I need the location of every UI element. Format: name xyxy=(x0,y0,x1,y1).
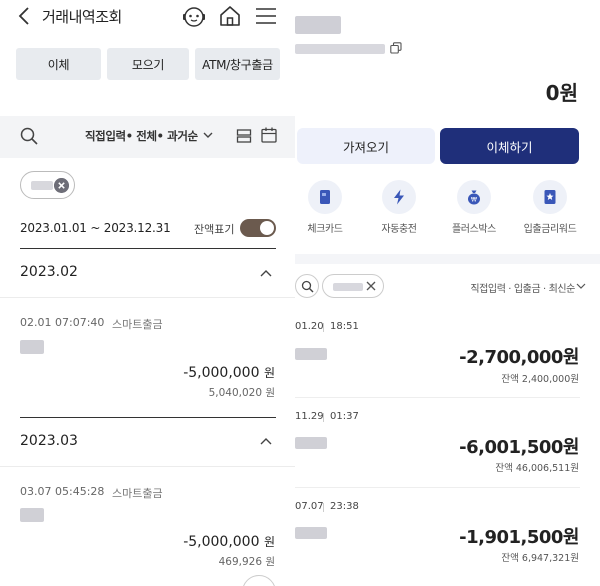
calendar-icon[interactable] xyxy=(260,126,278,144)
balance-toggle-label: 잔액표기 xyxy=(194,223,235,236)
scroll-top-button[interactable] xyxy=(242,575,276,586)
close-icon[interactable] xyxy=(365,280,377,292)
quick-action-plus-box[interactable]: ₩ 플러스박스 xyxy=(444,180,504,236)
amount-value: -5,000,000 xyxy=(183,365,260,381)
reward-icon xyxy=(544,190,556,204)
filter-summary[interactable]: 직접입력 · 입출금 · 최신순 xyxy=(470,280,575,295)
filter-chip[interactable] xyxy=(322,274,384,298)
quick-action-bg xyxy=(382,180,416,214)
card-icon xyxy=(320,190,330,204)
row-divider xyxy=(295,487,580,488)
transaction-balance: 469,926 원 xyxy=(218,556,275,568)
transaction-amount[interactable]: -2,700,000원 xyxy=(459,343,579,369)
menu-icon[interactable] xyxy=(255,6,277,26)
transaction-amount[interactable]: -5,000,000 원 xyxy=(183,533,275,550)
transfer-button[interactable]: 이체 xyxy=(16,48,101,80)
blurred-chip-text xyxy=(333,283,363,291)
transaction-balance: 5,040,020 원 xyxy=(208,387,275,399)
time-separator xyxy=(323,413,324,422)
balance-toggle[interactable] xyxy=(240,219,276,237)
chevron-up-icon[interactable] xyxy=(259,436,273,446)
section-divider xyxy=(20,417,276,418)
transaction-balance: 잔액 2,400,000원 xyxy=(501,374,579,385)
blurred-counterparty xyxy=(295,348,327,360)
quick-action-bg xyxy=(308,180,342,214)
quick-action-label: 입출금리워드 xyxy=(523,224,577,235)
page-title: 거래내역조회 xyxy=(42,8,122,26)
money-bag-icon: ₩ xyxy=(468,190,480,205)
time-separator xyxy=(323,503,324,512)
right-panel: 0원 가져오기 이체하기 체크카드 자동충전 ₩ 플러스박스 입출금리워드 직접… xyxy=(295,0,600,586)
quick-action-label: 자동충전 xyxy=(381,224,417,235)
section-divider xyxy=(20,248,276,249)
quick-action-label: 플러스박스 xyxy=(451,224,496,235)
transaction-balance: 잔액 6,947,321원 xyxy=(501,553,579,564)
transaction-time: 18:51 xyxy=(330,321,359,332)
home-icon[interactable] xyxy=(218,4,242,28)
blurred-account-name xyxy=(295,16,341,34)
transaction-date: 07.07 xyxy=(295,501,324,512)
left-panel: 거래내역조회 이체 모으기 ATM/창구출금 직접입력• 전체• 과거순 202… xyxy=(0,0,295,586)
chatbot-icon[interactable] xyxy=(181,4,207,30)
left-header: 거래내역조회 xyxy=(0,0,295,34)
blurred-account-number xyxy=(295,44,385,54)
row-divider xyxy=(0,466,295,467)
back-arrow-icon[interactable] xyxy=(14,5,36,27)
close-icon[interactable] xyxy=(54,178,69,193)
search-icon[interactable] xyxy=(19,126,39,146)
amount-value: -5,000,000 xyxy=(183,534,260,550)
quick-action-check-card[interactable]: 체크카드 xyxy=(295,180,355,236)
date-range: 2023.01.01 ~ 2023.12.31 xyxy=(20,221,171,235)
transaction-type: 스마트출금 xyxy=(112,318,163,331)
atm-withdraw-button[interactable]: ATM/창구출금 xyxy=(195,48,280,80)
list-view-icon[interactable] xyxy=(236,128,252,144)
transaction-datetime: 02.01 07:07:40 xyxy=(20,316,105,329)
action-button-row: 이체 모으기 ATM/창구출금 xyxy=(16,48,280,80)
month-header[interactable]: 2023.02 xyxy=(20,264,78,280)
quick-action-label: 체크카드 xyxy=(307,224,343,235)
filter-chip[interactable] xyxy=(20,171,75,199)
quick-action-auto-charge[interactable]: 자동충전 xyxy=(369,180,429,236)
chevron-up-icon[interactable] xyxy=(259,268,273,278)
transaction-amount[interactable]: -1,901,500원 xyxy=(459,523,579,549)
bolt-icon xyxy=(394,189,404,205)
search-button[interactable] xyxy=(295,274,319,298)
month-header[interactable]: 2023.03 xyxy=(20,433,78,449)
svg-text:₩: ₩ xyxy=(471,197,477,204)
save-button[interactable]: 모으기 xyxy=(107,48,189,80)
blurred-counterparty xyxy=(20,508,44,522)
filter-bar: 직접입력• 전체• 과거순 xyxy=(0,116,295,158)
time-separator xyxy=(323,323,324,332)
chevron-down-icon[interactable] xyxy=(202,129,214,141)
transaction-date: 11.29 xyxy=(295,411,324,422)
filter-summary[interactable]: 직접입력• 전체• 과거순 xyxy=(85,128,198,144)
row-divider xyxy=(0,297,295,298)
import-button[interactable]: 가져오기 xyxy=(297,128,435,164)
section-gap xyxy=(295,254,600,264)
account-balance: 0원 xyxy=(545,81,578,105)
transaction-time: 01:37 xyxy=(330,411,359,422)
transaction-amount[interactable]: -6,001,500원 xyxy=(459,433,579,459)
chevron-down-icon[interactable] xyxy=(576,282,586,290)
transaction-time: 23:38 xyxy=(330,501,359,512)
quick-action-bg: ₩ xyxy=(457,180,491,214)
transaction-balance: 잔액 46,006,511원 xyxy=(495,463,579,474)
transaction-date: 01.20 xyxy=(295,321,324,332)
blurred-chip-text xyxy=(31,181,53,190)
transaction-datetime: 03.07 05:45:28 xyxy=(20,485,105,498)
transfer-button[interactable]: 이체하기 xyxy=(440,128,579,164)
amount-currency: 원 xyxy=(263,366,275,380)
blurred-counterparty xyxy=(20,340,44,354)
search-icon xyxy=(301,280,314,293)
copy-icon[interactable] xyxy=(390,42,402,54)
blurred-counterparty xyxy=(295,527,327,539)
amount-currency: 원 xyxy=(263,535,275,549)
toggle-knob xyxy=(260,221,274,235)
transaction-amount[interactable]: -5,000,000 원 xyxy=(183,364,275,381)
transaction-type: 스마트출금 xyxy=(112,487,163,500)
quick-action-reward[interactable]: 입출금리워드 xyxy=(520,180,580,236)
blurred-counterparty xyxy=(295,437,327,449)
row-divider xyxy=(295,397,580,398)
quick-action-bg xyxy=(533,180,567,214)
